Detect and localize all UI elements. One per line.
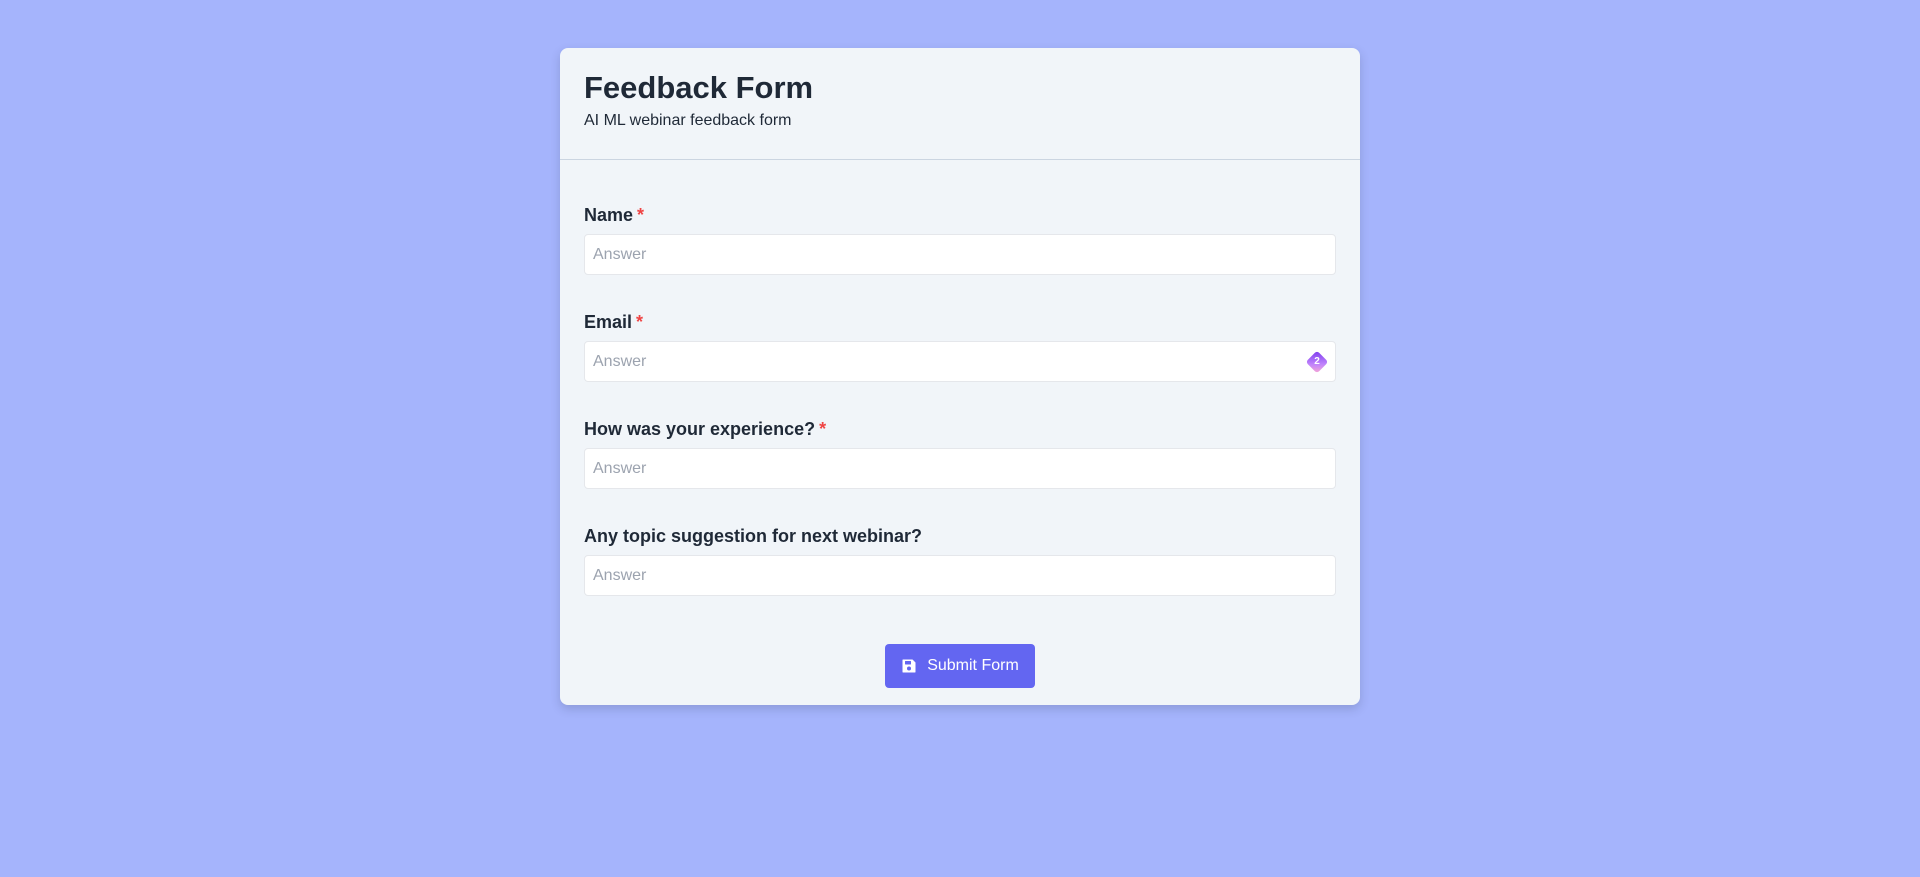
form-body: Name* Email* 2 How was your experience?* <box>560 160 1360 596</box>
experience-field-group: How was your experience? * <box>584 418 1336 489</box>
form-header: Feedback Form AI ML webinar feedback for… <box>560 48 1360 160</box>
form-title: Feedback Form <box>584 70 814 105</box>
email-label-text: Email <box>584 312 633 332</box>
password-manager-icon[interactable]: 2 <box>1305 350 1329 374</box>
topic-suggestion-field-group: Any topic suggestion for next webinar? <box>584 525 1336 596</box>
topic-suggestion-input[interactable] <box>584 555 1336 596</box>
topic-suggestion-label-text: Any topic suggestion for next webinar? <box>584 526 923 546</box>
name-input-wrap <box>584 234 1336 275</box>
email-input-wrap: 2 <box>584 341 1336 382</box>
feedback-form-card: Feedback Form AI ML webinar feedback for… <box>560 48 1360 705</box>
email-label: Email * <box>584 311 1336 333</box>
topic-suggestion-label: Any topic suggestion for next webinar? <box>584 525 1336 547</box>
submit-form-button[interactable]: Submit Form <box>885 644 1035 688</box>
experience-label: How was your experience? * <box>584 418 1336 440</box>
name-field-group: Name * <box>584 204 1336 275</box>
required-mark: * <box>637 205 645 225</box>
experience-input[interactable] <box>584 448 1336 489</box>
name-input[interactable] <box>584 234 1336 275</box>
submit-button-label: Submit Form <box>927 657 1019 674</box>
submit-row: Submit Form <box>560 644 1360 688</box>
save-icon <box>902 659 916 673</box>
email-input[interactable] <box>584 341 1336 382</box>
experience-input-wrap <box>584 448 1336 489</box>
form-subtitle: AI ML webinar feedback form <box>584 112 792 129</box>
email-field-group: Email* 2 <box>584 311 1336 382</box>
required-mark: * <box>636 312 644 332</box>
name-label: Name * <box>584 204 1336 226</box>
required-mark: * <box>819 419 827 439</box>
password-manager-count: 2 <box>1314 356 1320 367</box>
name-label-text: Name <box>584 205 634 225</box>
experience-label-text: How was your experience? <box>584 419 816 439</box>
topic-suggestion-input-wrap <box>584 555 1336 596</box>
